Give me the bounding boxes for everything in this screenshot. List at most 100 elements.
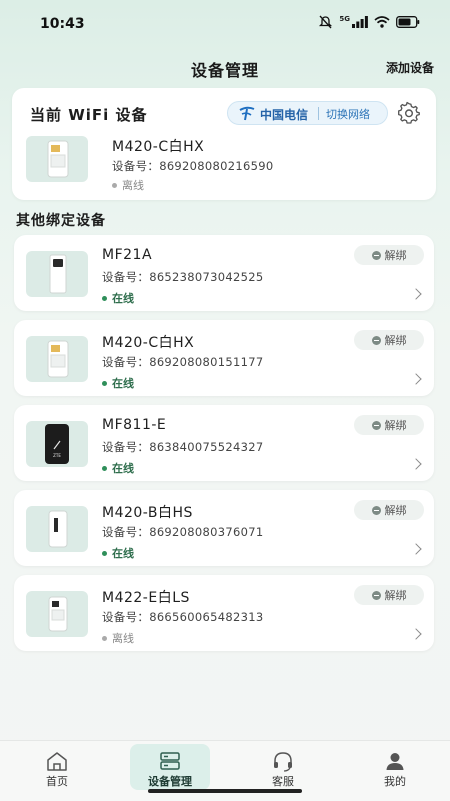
device-name: M420-C白HX — [112, 139, 205, 155]
status-bar: 10:43 5G — [0, 0, 450, 46]
device-status: 离线 — [102, 630, 134, 646]
network-type-label: 5G — [339, 15, 350, 23]
minus-circle-icon — [371, 505, 381, 515]
status-dot-icon — [102, 550, 107, 556]
status-dot-icon — [102, 295, 107, 301]
device-serial: 设备号：865238073042525 — [102, 270, 264, 284]
device-status-label: 在线 — [112, 547, 134, 560]
device-serial: 设备号：869208080216590 — [112, 159, 274, 173]
wifi-icon — [374, 16, 390, 28]
device-thumbnail — [26, 506, 88, 552]
router-image-icon — [48, 510, 68, 548]
user-icon — [386, 753, 404, 770]
device-name: M420-B白HS — [102, 505, 193, 521]
router-image-icon — [49, 254, 67, 294]
device-card[interactable]: ZTE MF811-E 设备号：863840075524327 在线 解绑 — [14, 405, 434, 481]
home-icon — [47, 752, 67, 771]
device-thumbnail — [26, 251, 88, 297]
unbind-button[interactable]: 解绑 — [354, 330, 424, 350]
device-thumbnail — [26, 591, 88, 637]
device-status-label: 离线 — [112, 632, 134, 645]
tab-home[interactable]: 首页 — [17, 744, 97, 790]
tab-label: 客服 — [272, 775, 294, 788]
device-status-label: 在线 — [112, 377, 134, 390]
switch-network-button[interactable]: 切换网络 — [326, 106, 370, 122]
add-device-button[interactable]: 添加设备 — [386, 59, 434, 76]
device-status: 在线 — [102, 375, 134, 391]
other-devices-title: 其他绑定设备 — [16, 213, 106, 229]
device-serial: 设备号：863840075524327 — [102, 440, 264, 454]
chevron-right-icon — [410, 288, 422, 300]
device-status: 在线 — [102, 290, 134, 306]
unbind-label: 解绑 — [384, 334, 407, 347]
device-thumbnail — [26, 136, 88, 182]
chevron-right-icon — [410, 373, 422, 385]
tab-customer-service[interactable]: 客服 — [243, 744, 323, 790]
router-image-icon: ZTE — [45, 424, 69, 464]
unbind-button[interactable]: 解绑 — [354, 415, 424, 435]
chevron-right-icon — [410, 458, 422, 470]
router-image-icon — [47, 340, 69, 378]
device-serial: 设备号：869208080376071 — [102, 525, 264, 539]
china-telecom-logo-icon — [239, 106, 255, 121]
app-header: 设备管理 添加设备 — [0, 50, 450, 84]
device-serial: 设备号：866560065482313 — [102, 610, 264, 624]
device-status: 在线 — [102, 460, 134, 476]
device-name: MF21A — [102, 247, 153, 263]
mute-icon — [319, 15, 333, 29]
device-serial: 设备号：869208080151177 — [102, 355, 264, 369]
current-device-title: 当前 WiFi 设备 — [30, 106, 148, 124]
unbind-button[interactable]: 解绑 — [354, 500, 424, 520]
svg-text:ZTE: ZTE — [53, 453, 61, 458]
status-dot-icon — [102, 465, 107, 471]
device-name: M420-C白HX — [102, 335, 195, 351]
device-status-label: 离线 — [122, 179, 144, 192]
settings-gear-icon[interactable] — [397, 101, 421, 125]
device-status-label: 在线 — [112, 292, 134, 305]
minus-circle-icon — [371, 590, 381, 600]
signal-icon — [352, 16, 368, 28]
unbind-button[interactable]: 解绑 — [354, 585, 424, 605]
tab-label: 首页 — [46, 775, 68, 788]
unbind-label: 解绑 — [384, 589, 407, 602]
chevron-right-icon — [410, 543, 422, 555]
router-image-icon — [47, 140, 69, 178]
device-status: 离线 — [112, 177, 144, 193]
status-dot-icon — [112, 182, 117, 188]
battery-icon — [396, 16, 420, 28]
device-card[interactable]: MF21A 设备号：865238073042525 在线 解绑 — [14, 235, 434, 311]
device-status-label: 在线 — [112, 462, 134, 475]
unbind-label: 解绑 — [384, 249, 407, 262]
status-time: 10:43 — [40, 16, 85, 32]
device-status: 在线 — [102, 545, 134, 561]
chevron-right-icon — [410, 628, 422, 640]
device-card[interactable]: M420-B白HS 设备号：869208080376071 在线 解绑 — [14, 490, 434, 566]
carrier-name: 中国电信 — [260, 108, 309, 122]
unbind-button[interactable]: 解绑 — [354, 245, 424, 265]
device-thumbnail: ZTE — [26, 421, 88, 467]
minus-circle-icon — [371, 250, 381, 260]
router-image-icon — [48, 596, 68, 632]
status-dot-icon — [102, 635, 107, 641]
page-title: 设备管理 — [190, 61, 259, 80]
network-switch-pill[interactable]: 中国电信 切换网络 — [227, 101, 388, 125]
tab-label: 我的 — [384, 775, 406, 788]
pill-divider — [318, 107, 319, 120]
tab-device-manage[interactable]: 设备管理 — [130, 744, 210, 790]
device-thumbnail — [26, 336, 88, 382]
tab-label: 设备管理 — [148, 775, 192, 788]
home-indicator[interactable] — [148, 789, 302, 793]
minus-circle-icon — [371, 335, 381, 345]
minus-circle-icon — [371, 420, 381, 430]
headset-icon — [274, 752, 292, 772]
tab-mine[interactable]: 我的 — [355, 744, 435, 790]
device-name: MF811-E — [102, 417, 167, 433]
device-card[interactable]: M422-E白LS 设备号：866560065482313 离线 解绑 — [14, 575, 434, 651]
device-card[interactable]: M420-C白HX 设备号：869208080151177 在线 解绑 — [14, 320, 434, 396]
status-icons: 5G — [318, 15, 420, 29]
device-name: M422-E白LS — [102, 590, 190, 606]
unbind-label: 解绑 — [384, 419, 407, 432]
unbind-label: 解绑 — [384, 504, 407, 517]
status-dot-icon — [102, 380, 107, 386]
device-manage-icon — [160, 752, 180, 770]
